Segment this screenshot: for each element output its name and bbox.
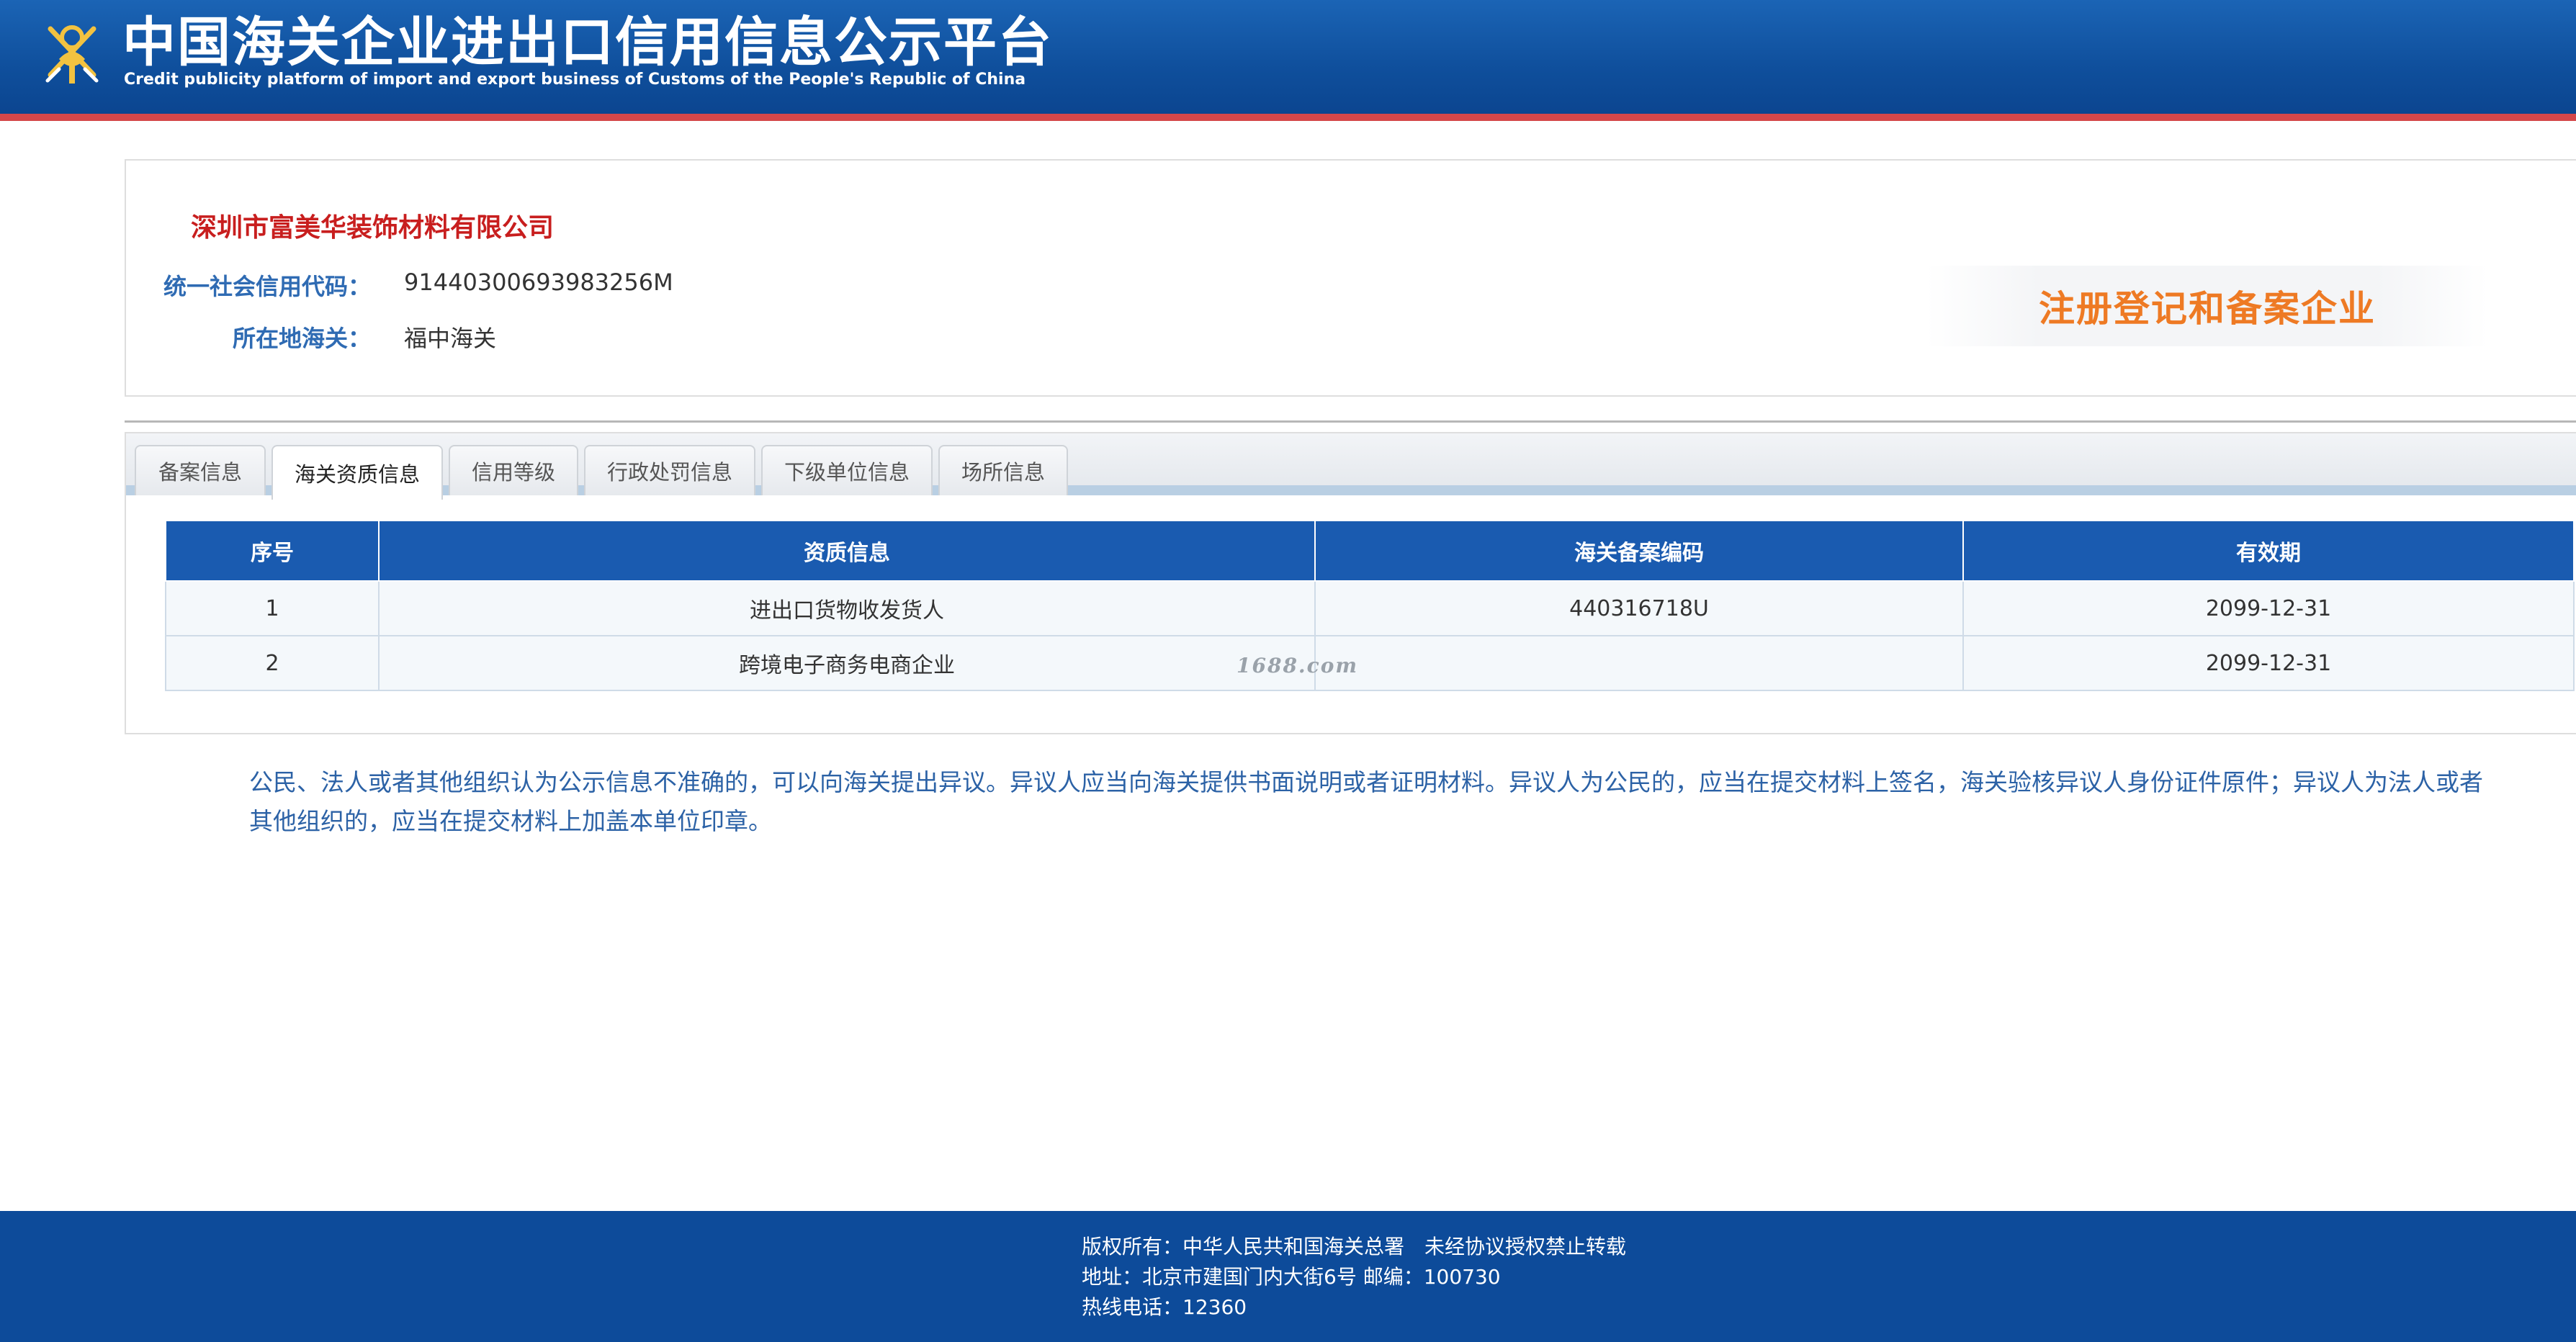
tab-panel: 备案信息 海关资质信息 信用等级 行政处罚信息 下级单位信息 场所信息 序号 资… bbox=[125, 432, 2576, 734]
footer-address: 地址：北京市建国门内大街6号 邮编：100730 bbox=[1082, 1265, 1501, 1289]
company-name: 深圳市富美华装饰材料有限公司 bbox=[191, 213, 555, 243]
cell-validity: 2099-12-31 bbox=[1962, 580, 2575, 636]
registration-badge: 注册登记和备案企业 bbox=[1926, 266, 2488, 346]
footer-hotline: 热线电话：12360 bbox=[1082, 1295, 1247, 1319]
cell-customs-code bbox=[1314, 635, 1964, 691]
cell-customs-code: 440316718U bbox=[1314, 580, 1964, 636]
column-header-validity: 有效期 bbox=[1962, 520, 2575, 582]
qualification-table: 序号 资质信息 海关备案编码 有效期 1 进出口货物收发货人 440316718… bbox=[165, 520, 2575, 691]
company-info-card: 深圳市富美华装饰材料有限公司 统一社会信用代码： 914403006939832… bbox=[125, 159, 2576, 397]
customs-label: 所在地海关： bbox=[232, 325, 371, 352]
credit-code-label: 统一社会信用代码： bbox=[163, 273, 371, 300]
tab-subordinate-units[interactable]: 下级单位信息 bbox=[761, 445, 933, 495]
customs-emblem-icon bbox=[45, 25, 99, 84]
column-header-index: 序号 bbox=[165, 520, 380, 582]
section-divider bbox=[125, 420, 2576, 423]
site-footer: 版权所有：中华人民共和国海关总署 未经协议授权禁止转载 地址：北京市建国门内大街… bbox=[0, 1211, 2576, 1342]
cell-index: 1 bbox=[165, 580, 380, 636]
site-header: 中国海关企业进出口信用信息公示平台 Credit publicity platf… bbox=[0, 0, 2576, 121]
cell-index: 2 bbox=[165, 635, 380, 691]
tab-premises-info[interactable]: 场所信息 bbox=[938, 445, 1068, 495]
table-row: 1 进出口货物收发货人 440316718U 2099-12-31 bbox=[165, 580, 2575, 636]
registration-badge-text: 注册登记和备案企业 bbox=[2039, 288, 2376, 330]
tab-filing-info[interactable]: 备案信息 bbox=[135, 445, 266, 495]
watermark-text: 1688.com bbox=[1237, 654, 1359, 677]
cell-validity: 2099-12-31 bbox=[1962, 635, 2575, 691]
objection-notice: 公民、法人或者其他组织认为公示信息不准确的，可以向海关提出异议。异议人应当向海关… bbox=[249, 768, 2483, 835]
tab-customs-qualification[interactable]: 海关资质信息 bbox=[271, 445, 443, 500]
table-row: 2 跨境电子商务电商企业 2099-12-31 bbox=[165, 635, 2575, 691]
site-title: 中国海关企业进出口信用信息公示平台 bbox=[122, 12, 1053, 73]
table-header-row: 序号 资质信息 海关备案编码 有效期 bbox=[165, 520, 2575, 582]
site-subtitle: Credit publicity platform of import and … bbox=[124, 71, 1026, 89]
tab-strip: 备案信息 海关资质信息 信用等级 行政处罚信息 下级单位信息 场所信息 bbox=[126, 433, 2576, 500]
tab-administrative-penalty[interactable]: 行政处罚信息 bbox=[584, 445, 755, 495]
cell-qualification: 跨境电子商务电商企业 bbox=[378, 635, 1316, 691]
tab-credit-rating[interactable]: 信用等级 bbox=[449, 445, 578, 495]
column-header-qualification: 资质信息 bbox=[378, 520, 1316, 582]
column-header-customs-code: 海关备案编码 bbox=[1314, 520, 1964, 582]
cell-qualification: 进出口货物收发货人 bbox=[378, 580, 1316, 636]
footer-copyright: 版权所有：中华人民共和国海关总署 未经协议授权禁止转载 bbox=[1082, 1235, 1627, 1258]
credit-code-value: 91440300693983256M bbox=[404, 269, 673, 296]
customs-value: 福中海关 bbox=[404, 325, 497, 352]
